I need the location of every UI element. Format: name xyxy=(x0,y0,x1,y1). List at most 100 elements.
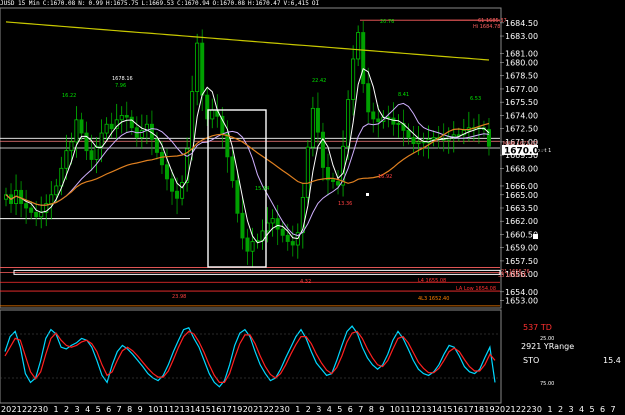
y-tick-label: 1653.00 xyxy=(505,297,538,306)
candle-body xyxy=(361,32,366,85)
x-tick-label: 3 xyxy=(568,405,573,414)
sto-value: 15.4 xyxy=(603,356,621,365)
x-tick-label: 21 xyxy=(12,405,22,414)
candle-body xyxy=(451,134,456,137)
y-tick-label: 1663.50 xyxy=(505,204,538,213)
level-label: LA Low 1654.08 xyxy=(456,286,496,292)
candle-body xyxy=(170,178,175,192)
x-tick-label: 5 xyxy=(589,405,594,414)
candle-body xyxy=(366,83,371,113)
candle-body xyxy=(356,32,361,60)
candle-body xyxy=(406,129,411,138)
level-label: 33 1656.55 xyxy=(498,273,527,279)
y-tick-label: 1665.00 xyxy=(505,191,538,200)
candle-body xyxy=(109,123,114,130)
y-tick-label: 1677.00 xyxy=(505,85,538,94)
candle-body xyxy=(180,182,185,199)
ma-mid-line xyxy=(5,102,490,237)
candle-body xyxy=(320,131,325,168)
x-tick-label: 0 xyxy=(537,405,542,414)
candle-body xyxy=(64,150,69,169)
candle-body xyxy=(245,237,250,252)
annotation-label: 13.36 xyxy=(338,201,352,207)
candle-body xyxy=(240,212,245,239)
candle-body xyxy=(49,194,54,204)
candle-body xyxy=(29,207,34,213)
x-tick-label: 6 xyxy=(600,405,605,414)
candle-body xyxy=(270,218,275,224)
annotation-label: 1678.16 xyxy=(112,76,133,82)
y-tick-label: 1666.00 xyxy=(505,182,538,191)
y-tick-label: 1657.50 xyxy=(505,257,538,266)
candle-body xyxy=(416,141,421,145)
x-tick-label: 22 xyxy=(264,405,274,414)
x-tick-label: 4 xyxy=(579,405,584,414)
x-tick-label: 14 xyxy=(432,405,442,414)
x-tick-label: 20 xyxy=(495,405,505,414)
candle-body xyxy=(129,116,134,129)
x-tick-label: 1 xyxy=(547,405,552,414)
y-tick-label: 1680.00 xyxy=(505,59,538,68)
candle-body xyxy=(315,107,320,133)
y-tick-label: 1684.50 xyxy=(505,19,538,28)
x-tick-label: 21 xyxy=(505,405,515,414)
candle-body xyxy=(154,138,159,153)
y-tick-label: 1678.50 xyxy=(505,72,538,81)
annotation-label: 20.76 xyxy=(380,19,394,25)
candle-body xyxy=(351,58,356,100)
x-tick-label: 23 xyxy=(274,405,284,414)
candle-body xyxy=(195,42,200,92)
x-tick-label: 12 xyxy=(169,405,179,414)
candle-body xyxy=(280,228,285,236)
x-tick-label: 22 xyxy=(22,405,32,414)
annotation-label: 15.84 xyxy=(255,186,269,192)
candle-body xyxy=(19,189,24,204)
x-tick-label: 7 xyxy=(358,405,363,414)
x-tick-label: 2 xyxy=(64,405,69,414)
x-tick-label: 19 xyxy=(484,405,494,414)
oscillator-tick-label: 25.00 xyxy=(540,336,554,342)
x-tick-label: 3 xyxy=(75,405,80,414)
candle-body xyxy=(336,181,341,186)
x-tick-label: 6 xyxy=(106,405,111,414)
x-tick-label: 16 xyxy=(211,405,221,414)
candle-body xyxy=(34,212,39,218)
x-tick-label: 17 xyxy=(222,405,232,414)
x-tick-label: 10 xyxy=(390,405,400,414)
candle-body xyxy=(175,190,180,199)
annotation-label: 4.32 xyxy=(300,279,311,285)
level-label: 4L3 1652.40 xyxy=(418,296,449,302)
x-tick-label: 11 xyxy=(159,405,169,414)
annotation-label: 7.96 xyxy=(115,83,126,89)
x-tick-label: 15 xyxy=(201,405,211,414)
candle-body xyxy=(84,132,89,152)
candle-body xyxy=(200,42,205,96)
x-tick-label: 4 xyxy=(85,405,90,414)
candle-body xyxy=(54,185,59,196)
x-tick-label: 9 xyxy=(379,405,384,414)
ma-long-line xyxy=(5,21,490,61)
candle-body xyxy=(371,111,376,120)
price-panel-frame xyxy=(0,7,502,309)
x-tick-label: 3 xyxy=(316,405,321,414)
x-tick-label: 6 xyxy=(348,405,353,414)
x-tick-label: 4 xyxy=(327,405,332,414)
price-chart[interactable]: 1653.001654.001656.001657.501659.001660.… xyxy=(0,0,625,415)
stochastic-d-line xyxy=(4,330,496,383)
candle-body xyxy=(89,150,94,160)
x-tick-label: 23 xyxy=(33,405,43,414)
candle-body xyxy=(310,107,315,148)
y-tick-label: 1672.50 xyxy=(505,125,538,134)
last-price-label: 1670.08 xyxy=(504,146,545,156)
candle-body xyxy=(396,122,401,125)
annotation-label: 6.53 xyxy=(470,96,481,102)
x-tick-label: 1 xyxy=(295,405,300,414)
ma-fast-line xyxy=(5,67,490,244)
candle-body xyxy=(210,109,215,120)
yrange-label: 2921 YRange xyxy=(521,342,574,351)
candle-body xyxy=(235,180,240,214)
x-tick-label: 16 xyxy=(453,405,463,414)
x-tick-label: 10 xyxy=(148,405,158,414)
x-tick-label: 23 xyxy=(526,405,536,414)
oscillator-panel-frame xyxy=(0,309,502,404)
